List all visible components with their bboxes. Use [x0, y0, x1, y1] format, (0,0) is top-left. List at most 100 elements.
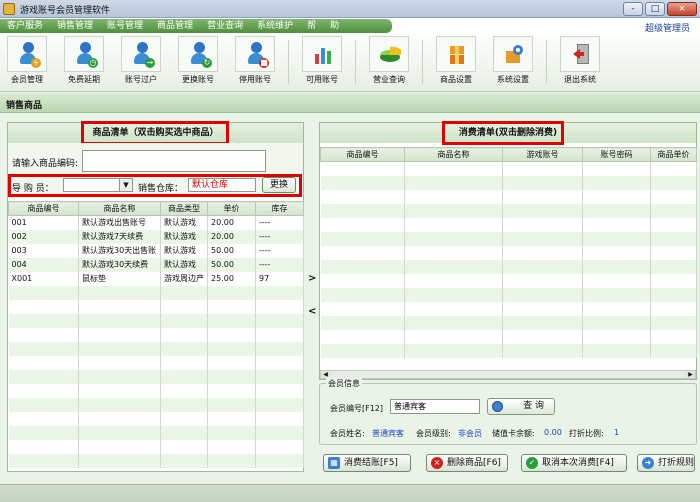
maximize-button[interactable]: □: [645, 2, 665, 16]
table-cell: [650, 161, 697, 176]
table-cell: [207, 299, 256, 314]
table-cell: [582, 329, 651, 344]
menu-bar: 客户服务 销售管理 账号管理 商品管理 营业查询 系统维护 帮 助 超级管理员: [0, 18, 700, 34]
menu-goods[interactable]: 商品管理: [150, 19, 200, 33]
table-cell: [255, 411, 304, 426]
consumption-column-header[interactable]: 商品单价: [650, 147, 697, 162]
member-name-label: 会员姓名:: [330, 429, 365, 438]
table-cell: [255, 299, 304, 314]
table-row[interactable]: 003 默认游戏30天出售账 默认游戏 50.00 ----: [8, 243, 304, 258]
table-cell: [160, 453, 208, 468]
table-cell: [78, 285, 161, 300]
table-cell: [404, 301, 503, 316]
horizontal-scrollbar[interactable]: ◀ ▶: [320, 370, 696, 379]
table-row[interactable]: 002 默认游戏7天续费 默认游戏 20.00 ----: [8, 229, 304, 244]
table-cell: [78, 453, 161, 468]
exit-button[interactable]: 退出系统: [553, 36, 607, 90]
system-settings-button[interactable]: 系统设置: [486, 36, 540, 90]
table-cell: 50.00: [207, 243, 256, 258]
product-column-header[interactable]: 商品类型: [160, 201, 208, 216]
table-cell: [255, 285, 304, 300]
add-arrow-icon[interactable]: >: [308, 273, 316, 284]
table-cell: [255, 439, 304, 454]
close-button[interactable]: ×: [667, 2, 697, 16]
table-cell: [160, 341, 208, 356]
table-cell: ----: [255, 243, 304, 258]
table-cell: 97: [255, 271, 304, 286]
discount-rules-button[interactable]: ➜ 打折规则: [637, 454, 695, 472]
product-list-panel: 商品清单（双击购买选中商品） 请输入商品编码: 导 购 员： ▼ 销售仓库： 默…: [7, 121, 304, 472]
guide-select[interactable]: ▼: [63, 178, 133, 192]
query-button[interactable]: 查 询: [487, 398, 555, 415]
product-column-header[interactable]: 商品名称: [78, 201, 161, 216]
member-id-input[interactable]: [390, 399, 480, 414]
table-cell: [160, 411, 208, 426]
menu-help-1[interactable]: 帮: [300, 19, 323, 33]
table-cell: [582, 217, 651, 232]
table-cell: [404, 217, 503, 232]
table-row: [8, 369, 304, 384]
table-cell: 默认游戏30天续费: [78, 257, 161, 272]
chevron-down-icon[interactable]: ▼: [119, 179, 132, 191]
extend-button[interactable]: ◷ 免费延期: [57, 36, 111, 90]
table-row[interactable]: X001 鼠标垫 游戏周边产 25.00 97: [8, 271, 304, 286]
menu-system[interactable]: 系统维护: [250, 19, 300, 33]
checkout-button[interactable]: ▦ 消费结账[F5]: [323, 454, 411, 472]
product-column-header[interactable]: 单价: [207, 201, 256, 216]
menu-accounts[interactable]: 账号管理: [100, 19, 150, 33]
section-title: 销售商品: [6, 101, 43, 111]
toolbar: + 会员管理 ◷ 免费延期 → 账号过户 ↻ 更换账号 ■ 停用账号 可用账号 …: [0, 34, 700, 92]
goods-settings-button[interactable]: 商品设置: [429, 36, 483, 90]
system-settings-icon: [506, 45, 523, 63]
table-row: [320, 231, 697, 246]
members-button[interactable]: + 会员管理: [0, 36, 54, 90]
table-cell: [78, 327, 161, 342]
table-row[interactable]: 004 默认游戏30天续费 默认游戏 50.00 ----: [8, 257, 304, 272]
disable-account-button[interactable]: ■ 停用账号: [228, 36, 282, 90]
consumption-column-header[interactable]: 商品编号: [320, 147, 405, 162]
discount-value: 1: [614, 428, 620, 437]
table-row[interactable]: 001 默认游戏出售账号 默认游戏 20.00 ----: [8, 215, 304, 230]
scroll-left-icon[interactable]: ◀: [321, 371, 330, 378]
table-cell: [320, 259, 405, 274]
menu-business-query[interactable]: 营业查询: [200, 19, 250, 33]
change-account-icon: ↻: [190, 42, 212, 68]
table-row: [320, 175, 697, 190]
menu-customer-service[interactable]: 客户服务: [0, 19, 50, 33]
minimize-button[interactable]: -: [623, 2, 643, 16]
product-code-input[interactable]: [82, 150, 266, 172]
table-cell: [160, 439, 208, 454]
consumption-column-header[interactable]: 游戏账号: [502, 147, 583, 162]
table-row: [8, 313, 304, 328]
cancel-consumption-button[interactable]: ✓ 取消本次消费[F4]: [521, 454, 627, 472]
table-cell: [650, 259, 697, 274]
table-cell: 50.00: [207, 257, 256, 272]
table-cell: [502, 301, 583, 316]
table-cell: [8, 383, 79, 398]
change-account-button[interactable]: ↻ 更换账号: [171, 36, 225, 90]
change-warehouse-button[interactable]: 更换: [262, 177, 296, 193]
table-cell: 003: [8, 243, 79, 258]
delete-goods-button[interactable]: × 删除商品[F6]: [426, 454, 508, 472]
table-cell: [320, 329, 405, 344]
remove-arrow-icon[interactable]: <: [308, 306, 316, 317]
product-column-header[interactable]: 商品编号: [8, 201, 79, 216]
table-row: [8, 411, 304, 426]
menu-sales[interactable]: 销售管理: [50, 19, 100, 33]
member-name-value: 普通宾客: [372, 429, 404, 438]
table-cell: [207, 397, 256, 412]
menu-help-2[interactable]: 助: [323, 19, 346, 33]
table-cell: [207, 285, 256, 300]
table-cell: [160, 397, 208, 412]
consumption-column-header[interactable]: 商品名称: [404, 147, 503, 162]
warehouse-field[interactable]: 默认仓库: [188, 178, 256, 192]
scroll-right-icon[interactable]: ▶: [686, 371, 695, 378]
available-accounts-button[interactable]: 可用账号: [295, 36, 349, 90]
consumption-column-header[interactable]: 账号密码: [582, 147, 651, 162]
transfer-button[interactable]: → 账号过户: [114, 36, 168, 90]
product-column-header[interactable]: 库存: [255, 201, 304, 216]
table-cell: [255, 425, 304, 440]
table-cell: [320, 231, 405, 246]
table-cell: [207, 439, 256, 454]
business-query-button[interactable]: 营业查询: [362, 36, 416, 90]
